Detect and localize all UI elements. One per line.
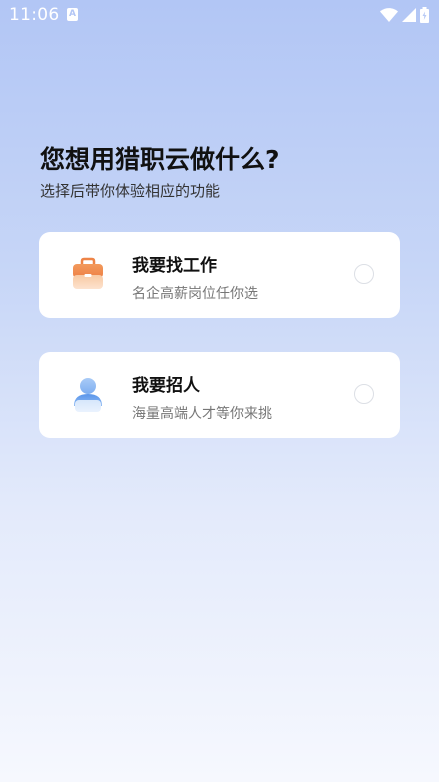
page-title: 您想用猎职云做什么?: [40, 145, 280, 174]
find-job-description: 名企高薪岗位任你选: [132, 286, 258, 302]
signal-icon: [402, 8, 416, 22]
status-bar: 11:06 A: [0, 0, 439, 30]
find-job-title: 我要找工作: [132, 256, 217, 276]
status-time: 11:06: [9, 5, 60, 25]
page-subtitle: 选择后带你体验相应的功能: [40, 182, 221, 200]
briefcase-icon: [73, 257, 103, 289]
hire-option-card[interactable]: 我要招人 海量高端人才等你来挑: [39, 352, 400, 438]
hire-title: 我要招人: [132, 376, 200, 396]
notification-icon: A: [67, 8, 78, 21]
find-job-option-card[interactable]: 我要找工作 名企高薪岗位任你选: [39, 232, 400, 318]
hire-description: 海量高端人才等你来挑: [132, 406, 272, 422]
status-icons: [380, 6, 429, 24]
battery-icon: [420, 7, 429, 23]
hire-radio[interactable]: [354, 384, 374, 404]
find-job-radio[interactable]: [354, 264, 374, 284]
person-icon: [74, 378, 102, 412]
wifi-icon: [380, 8, 398, 22]
